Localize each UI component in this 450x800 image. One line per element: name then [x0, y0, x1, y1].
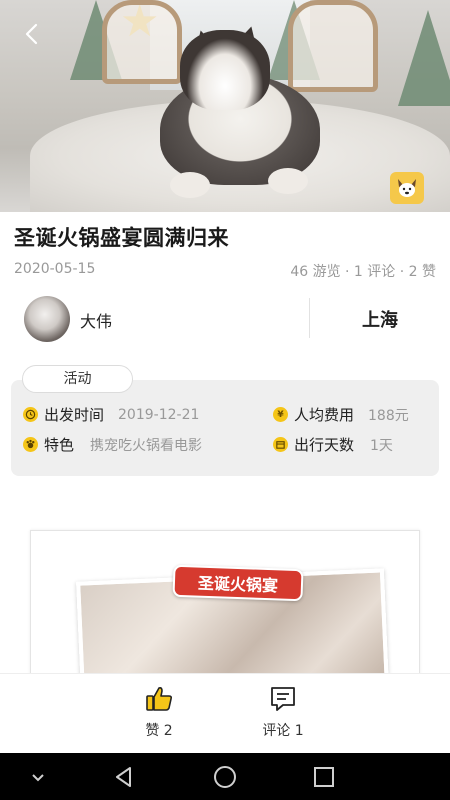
post-title: 圣诞火锅盛宴圆满归来 — [14, 226, 229, 250]
like-button[interactable]: 赞 2 — [119, 684, 199, 740]
yen-icon: ¥ — [273, 407, 288, 422]
system-nav-bar — [0, 753, 450, 800]
back-arrow-icon[interactable] — [20, 22, 44, 46]
chair-right — [288, 0, 378, 92]
author-name[interactable]: 大伟 — [80, 308, 112, 332]
info-departure-time: 出发时间 2019-12-21 — [23, 404, 199, 425]
christmas-tree-right — [398, 10, 450, 106]
clock-icon — [23, 407, 38, 422]
back-triangle-icon[interactable] — [112, 765, 136, 789]
activity-info-card: 出发时间 2019-12-21 ¥ 人均费用 188元 特色 携宠吃火锅看电影 … — [11, 380, 439, 476]
info-days: 出行天数 1天 — [273, 434, 393, 455]
post-photo[interactable]: 圣诞火锅宴 — [30, 530, 420, 690]
chair-left — [102, 0, 182, 84]
dog-paw-left — [170, 172, 210, 198]
comment-label: 评论 1 — [262, 723, 304, 739]
destination-city: 上海 — [362, 310, 398, 331]
author-row: 大伟 上海 — [0, 292, 450, 348]
watermark-logo-icon — [390, 172, 424, 204]
info-label: 人均费用 — [294, 406, 355, 424]
info-value: 188元 — [368, 407, 409, 424]
comment-icon — [271, 687, 295, 711]
avatar[interactable] — [24, 296, 70, 342]
hero-image: ★ — [0, 0, 450, 212]
info-label: 特色 — [44, 436, 75, 454]
calendar-icon — [273, 437, 288, 452]
info-label: 出行天数 — [294, 436, 355, 454]
recents-square-icon[interactable] — [312, 765, 336, 789]
info-cost: ¥ 人均费用 188元 — [273, 404, 409, 425]
thumbs-up-icon — [146, 687, 173, 711]
home-circle-icon[interactable] — [213, 765, 237, 789]
info-value: 2019-12-21 — [118, 406, 200, 423]
activity-tag: 活动 — [22, 365, 133, 393]
dog-head — [180, 30, 270, 110]
bottom-action-bar: 赞 2 评论 1 — [0, 673, 450, 753]
info-feature: 特色 携宠吃火锅看电影 — [23, 434, 202, 455]
info-value: 1天 — [370, 437, 393, 454]
info-value: 携宠吃火锅看电影 — [90, 437, 203, 454]
feature-icon — [23, 437, 38, 452]
dog-paw-right — [268, 168, 308, 194]
post-stats: 46 游览 · 1 评论 · 2 赞 — [290, 264, 436, 280]
chevron-down-icon[interactable] — [26, 765, 50, 789]
like-label: 赞 2 — [145, 723, 173, 739]
info-label: 出发时间 — [44, 406, 105, 424]
comment-button[interactable]: 评论 1 — [243, 684, 323, 740]
post-date: 2020-05-15 — [14, 261, 96, 277]
photo-banner: 圣诞火锅宴 — [172, 564, 304, 602]
